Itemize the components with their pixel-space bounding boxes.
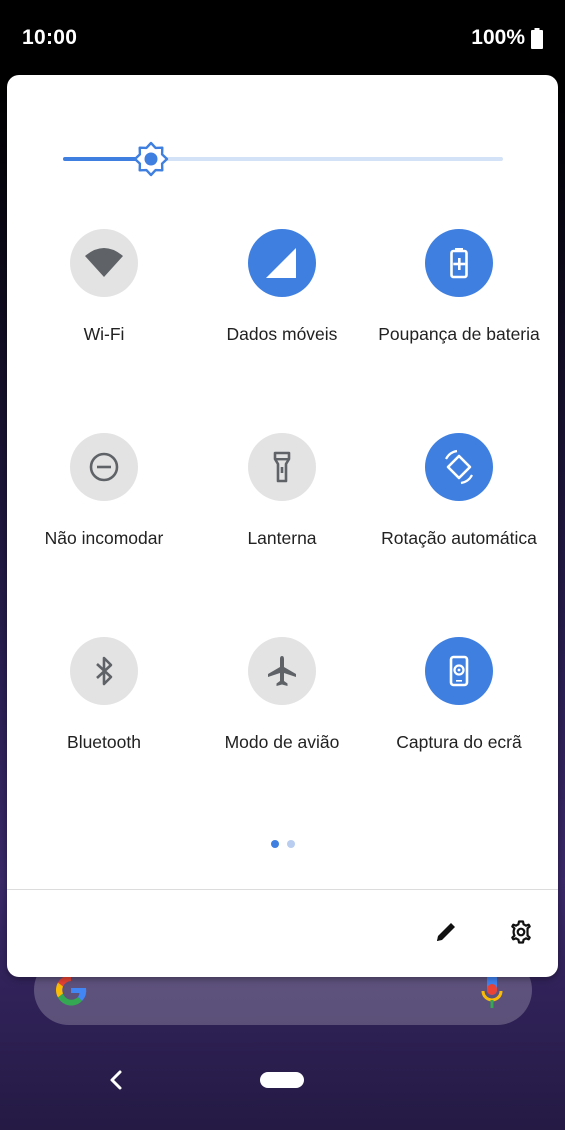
tile-do-not-disturb[interactable]: Não incomodar — [15, 433, 193, 549]
battery-saver-icon — [425, 229, 493, 297]
tile-label-screen-capture: Captura do ecrã — [396, 732, 522, 752]
tile-mobile-data[interactable]: Dados móveis — [193, 229, 371, 345]
brightness-track[interactable] — [63, 157, 503, 161]
status-bar: 10:00 100% — [0, 0, 565, 76]
tile-battery-saver[interactable]: Poupança de bateria — [370, 229, 548, 345]
wifi-icon — [70, 229, 138, 297]
tile-screen-capture[interactable]: Captura do ecrã — [370, 637, 548, 753]
bluetooth-icon — [70, 637, 138, 705]
gear-icon[interactable] — [507, 918, 535, 946]
tile-label-battery-saver: Poupança de bateria — [378, 324, 540, 344]
tile-label-do-not-disturb: Não incomodar — [44, 528, 164, 548]
tile-label-bluetooth: Bluetooth — [67, 732, 141, 752]
tile-label-flashlight: Lanterna — [247, 528, 317, 548]
airplane-icon — [248, 637, 316, 705]
brightness-slider[interactable] — [63, 141, 503, 177]
tile-wifi[interactable]: Wi-Fi — [15, 229, 193, 345]
status-right: 100% — [471, 26, 543, 50]
tile-label-airplane-mode: Modo de avião — [224, 732, 340, 752]
tile-label-mobile-data: Dados móveis — [226, 324, 338, 344]
tile-label-wifi: Wi-Fi — [83, 324, 125, 344]
pencil-icon[interactable] — [432, 918, 460, 946]
back-button[interactable] — [104, 1066, 128, 1094]
brightness-thumb-icon[interactable] — [133, 141, 169, 177]
tile-flashlight[interactable]: Lanterna — [193, 433, 371, 549]
page-dot-active — [271, 840, 279, 848]
mobile-data-icon — [248, 229, 316, 297]
auto-rotate-icon — [425, 433, 493, 501]
page-dot-inactive[interactable] — [287, 840, 295, 848]
quick-settings-panel: Wi-Fi Dados móveis Poupança de bateria N… — [7, 75, 558, 977]
flashlight-icon — [248, 433, 316, 501]
screen-capture-icon — [425, 637, 493, 705]
battery-percentage: 100% — [471, 26, 525, 49]
microphone-icon[interactable] — [480, 971, 504, 1011]
page-indicator — [271, 840, 295, 848]
tile-bluetooth[interactable]: Bluetooth — [15, 637, 193, 753]
tile-auto-rotate[interactable]: Rotação automática — [370, 433, 548, 549]
home-button[interactable] — [260, 1072, 304, 1088]
divider — [7, 889, 558, 890]
status-time: 10:00 — [22, 26, 78, 49]
do-not-disturb-icon — [70, 433, 138, 501]
tile-label-auto-rotate: Rotação automática — [381, 528, 537, 548]
tile-airplane-mode[interactable]: Modo de avião — [193, 637, 371, 753]
battery-icon — [531, 27, 543, 49]
